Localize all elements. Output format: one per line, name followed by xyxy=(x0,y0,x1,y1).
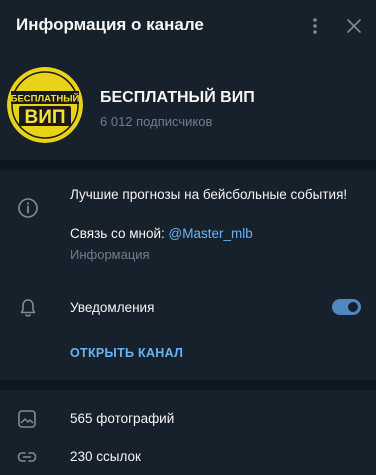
bell-icon xyxy=(20,299,36,317)
toggle-knob xyxy=(346,300,360,314)
media-label: 565 фотографий xyxy=(70,411,175,426)
page-title: Информация о канале xyxy=(16,15,204,34)
notifications-label: Уведомления xyxy=(70,300,155,315)
channel-name: БЕСПЛАТНЫЙ ВИП xyxy=(100,89,255,106)
channel-description: Лучшие прогнозы на бейсбольные события! xyxy=(70,187,348,202)
contact-line: Связь со мной: @Master_mlb xyxy=(70,226,253,241)
media-row-photos[interactable]: 565 фотографий xyxy=(0,400,376,438)
channel-profile: БЕСПЛАТНЫЙ ВИП БЕСПЛАТНЫЙ ВИП 6 012 подп… xyxy=(0,52,376,160)
divider xyxy=(0,380,376,390)
avatar-text-top: БЕСПЛАТНЫЙ xyxy=(11,93,80,105)
more-button[interactable] xyxy=(301,12,329,40)
open-channel-button[interactable]: ОТКРЫТЬ КАНАЛ xyxy=(70,346,183,360)
subscriber-count: 6 012 подписчиков xyxy=(100,114,213,129)
close-icon xyxy=(347,19,361,33)
more-vertical-icon xyxy=(313,18,317,34)
header: Информация о канале xyxy=(0,0,376,52)
media-label: 230 ссылок xyxy=(70,449,141,464)
media-row-links[interactable]: 230 ссылок xyxy=(0,438,376,475)
contact-prefix: Связь со мной: xyxy=(70,226,169,241)
info-label: Информация xyxy=(70,247,150,262)
divider xyxy=(0,160,376,170)
contact-link[interactable]: @Master_mlb xyxy=(169,226,253,241)
close-button[interactable] xyxy=(340,12,368,40)
notifications-toggle[interactable] xyxy=(332,299,361,315)
link-icon xyxy=(17,452,37,462)
avatar[interactable]: БЕСПЛАТНЫЙ ВИП xyxy=(7,67,83,143)
photo-icon xyxy=(18,410,36,428)
avatar-text-bottom: ВИП xyxy=(24,107,65,128)
info-icon xyxy=(18,198,38,218)
